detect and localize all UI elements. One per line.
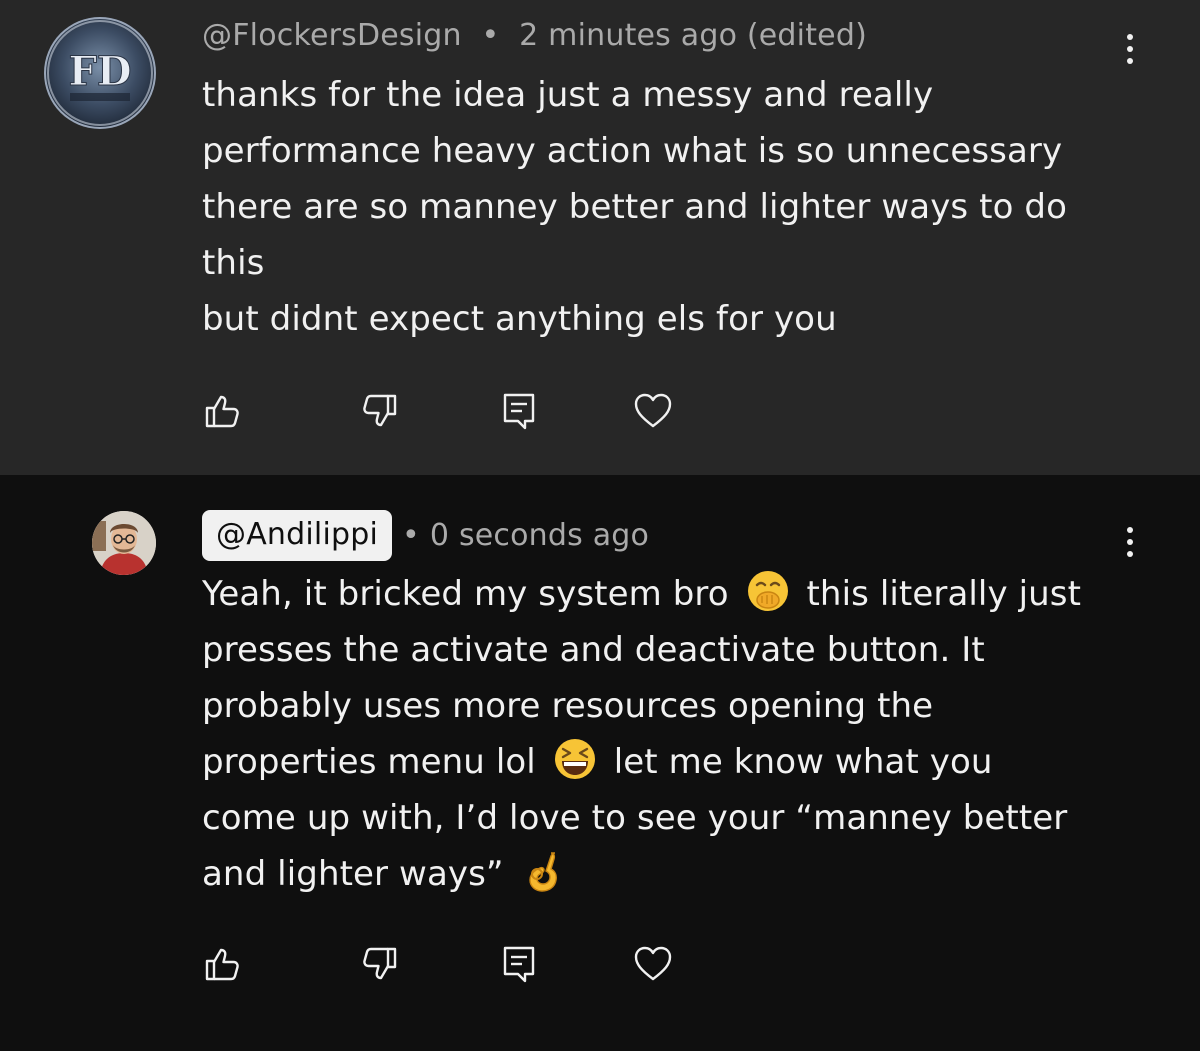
grinning-squinting-face-icon (554, 739, 595, 779)
like-button[interactable] (203, 391, 243, 431)
more-options-button[interactable] (1115, 520, 1145, 564)
heart-button[interactable] (633, 391, 673, 431)
comment-line: probably uses more resources opening the (202, 686, 934, 726)
comment-line: but didnt expect anything els for you (202, 299, 837, 339)
dot-icon (1127, 58, 1133, 64)
dot-icon (1127, 539, 1133, 545)
dislike-icon (363, 394, 397, 427)
comment-line-text: this literally just (806, 574, 1082, 614)
comment-line: presses the activate and deactivate butt… (202, 630, 985, 670)
comment-line: properties menu lol let me know what you (202, 734, 1142, 790)
dot-icon (1127, 527, 1133, 533)
comment-flockersdesign: FD @FlockersDesign • 2 minutes ago (edit… (0, 0, 1200, 475)
heart-button[interactable] (633, 944, 673, 984)
timestamp[interactable]: 2 minutes ago (edited) (519, 18, 867, 53)
comment-line-text: let me know what you (613, 742, 993, 782)
separator: • (402, 518, 420, 553)
avatar-image: FD (47, 20, 153, 126)
comment-line: and lighter ways” (202, 846, 1142, 902)
dislike-button[interactable] (359, 391, 399, 431)
reply-button[interactable] (499, 944, 539, 984)
avatar[interactable] (92, 511, 156, 575)
author-handle-chip[interactable]: @Andilippi (202, 510, 393, 561)
comment-meta: @Andilippi • 0 seconds ago (202, 510, 649, 561)
avatar[interactable]: FD (44, 17, 156, 129)
heart-icon (634, 946, 672, 981)
comment-line: Yeah, it bricked my system bro this lite… (202, 566, 1142, 622)
like-icon (205, 395, 239, 428)
comment-line: this (202, 243, 265, 283)
author-handle[interactable]: @FlockersDesign (202, 18, 462, 53)
comment-text: Yeah, it bricked my system bro this lite… (202, 566, 1142, 902)
avatar-image (92, 511, 156, 575)
comment-line-text: Yeah, it bricked my system bro (202, 574, 729, 614)
comment-line-text: properties menu lol (202, 742, 536, 782)
comment-line: thanks for the idea just a messy and rea… (202, 75, 934, 115)
reply-icon (503, 393, 535, 430)
reply-icon (503, 946, 535, 983)
comment-line: there are so manney better and lighter w… (202, 187, 1067, 227)
like-icon (205, 948, 239, 981)
dot-icon (1127, 551, 1133, 557)
like-button[interactable] (203, 944, 243, 984)
comment-line: come up with, I’d love to see your “mann… (202, 798, 1068, 838)
separator: • (481, 18, 500, 53)
dislike-button[interactable] (359, 944, 399, 984)
svg-text:FD: FD (68, 48, 131, 95)
more-options-button[interactable] (1115, 27, 1145, 71)
comment-meta: @FlockersDesign • 2 minutes ago (edited) (202, 18, 867, 53)
face-with-hand-over-mouth-icon (747, 571, 788, 611)
comment-line: performance heavy action what is so unne… (202, 131, 1063, 171)
dot-icon (1127, 34, 1133, 40)
dot-icon (1127, 46, 1133, 52)
comment-text: thanks for the idea just a messy and rea… (202, 67, 1142, 347)
ok-hand-icon (528, 852, 557, 892)
timestamp[interactable]: 0 seconds ago (430, 518, 649, 553)
comment-line-text: and lighter ways” (202, 854, 504, 894)
reply-button[interactable] (499, 391, 539, 431)
dislike-icon (363, 947, 397, 980)
heart-icon (634, 393, 672, 428)
